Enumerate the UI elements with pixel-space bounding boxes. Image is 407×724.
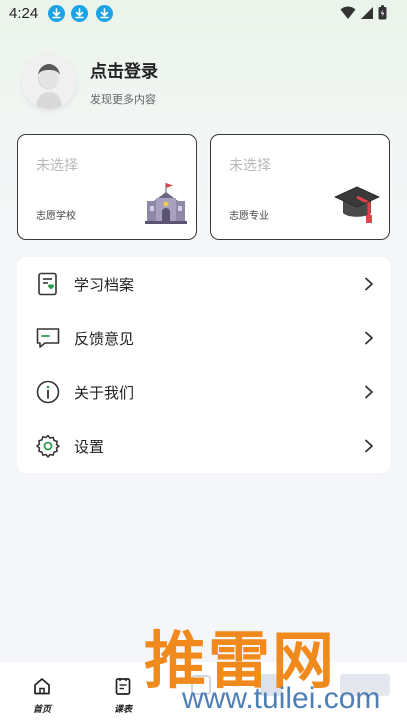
status-icons [340,5,387,20]
graduation-cap-icon [333,183,381,229]
card-value: 未选择 [229,158,271,174]
tab-schedule[interactable]: 课表 [103,676,143,715]
login-title[interactable]: 点击登录 [90,57,158,82]
status-bar: 4:24 [0,0,407,28]
menu-item-label: 关于我们 [74,384,135,402]
card-label: 志愿专业 [229,211,269,222]
menu-item-about-us[interactable]: 关于我们 [17,365,390,419]
target-major-card[interactable]: 未选择 志愿专业 [210,134,390,240]
schedule-icon [115,678,131,695]
card-label: 志愿学校 [36,211,76,222]
chevron-right-icon [364,330,374,349]
watermark-url: www.tuilei.com [182,682,381,715]
menu-item-label: 学习档案 [74,276,135,294]
school-building-icon [144,181,188,229]
menu-item-feedback[interactable]: 反馈意见 [17,311,390,365]
target-school-card[interactable]: 未选择 志愿学校 [17,134,197,240]
tab-label: 首页 [32,705,51,715]
watermark: 推雷网 www.tuilei.com [140,604,407,724]
signal-icon [361,6,373,19]
chevron-right-icon [364,276,374,295]
tab-label: 课表 [113,705,132,715]
battery-icon [378,5,387,20]
login-subtitle: 发现更多内容 [90,93,156,106]
chevron-right-icon [364,384,374,403]
download-icon [48,5,65,22]
avatar[interactable] [22,55,76,109]
menu-item-label: 设置 [74,438,105,456]
tab-home[interactable]: 首页 [22,676,62,715]
gear-icon [35,433,61,459]
download-icon [96,5,113,22]
menu-item-label: 反馈意见 [74,330,135,348]
profile-header[interactable]: 点击登录 发现更多内容 [22,55,382,115]
chevron-right-icon [364,438,374,457]
feedback-icon [35,325,61,351]
status-time: 4:24 [9,5,39,22]
menu-list: 学习档案 反馈意见 关于我们 设置 [17,257,390,473]
download-icon [71,5,88,22]
study-file-icon [35,271,61,297]
home-icon [34,678,50,695]
menu-item-settings[interactable]: 设置 [17,419,390,473]
info-icon [35,379,61,405]
card-value: 未选择 [36,158,78,174]
menu-item-study-file[interactable]: 学习档案 [17,257,390,311]
wifi-icon [340,6,356,19]
